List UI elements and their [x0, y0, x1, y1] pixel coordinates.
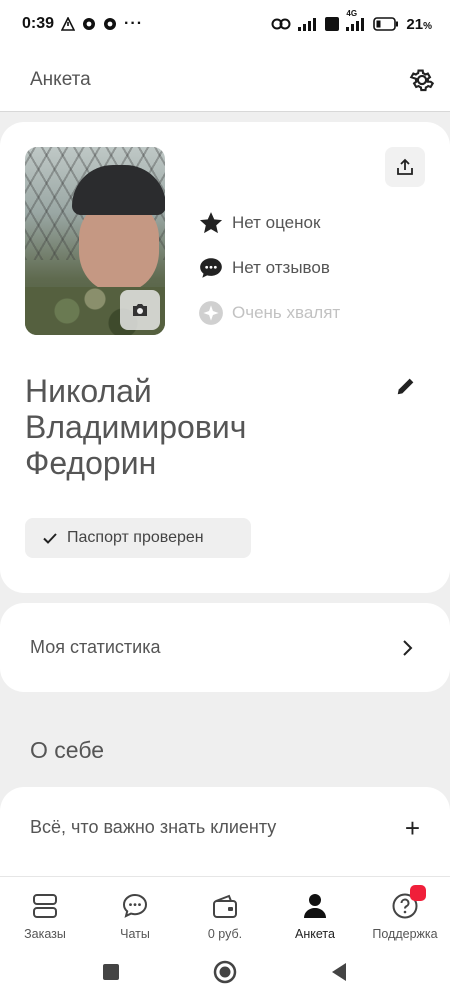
change-photo-button[interactable] — [120, 290, 160, 330]
name-first: Николай — [25, 373, 152, 409]
status-left: 0:39 ··· — [22, 15, 143, 33]
camera-icon — [133, 304, 147, 316]
back-button[interactable] — [324, 957, 354, 987]
nav-wallet[interactable]: 0 руб. — [180, 891, 270, 941]
status-right: 4G 21% — [271, 9, 432, 33]
network-label: 4G — [346, 9, 358, 18]
pencil-icon — [397, 378, 414, 395]
nav-orders[interactable]: Заказы — [0, 891, 90, 941]
reviews-text: Нет отзывов — [232, 258, 330, 277]
nav-profile[interactable]: Анкета — [270, 891, 360, 941]
signal-icon — [298, 17, 318, 31]
status-time: 0:39 — [22, 15, 55, 32]
battery-icon — [373, 17, 399, 31]
nav-orders-label: Заказы — [24, 927, 66, 941]
nav-chats[interactable]: Чаты — [90, 891, 180, 941]
chevron-right-icon — [403, 639, 413, 656]
square-icon — [103, 964, 119, 980]
reviews-row: Нет отзывов — [198, 254, 330, 282]
share-icon — [397, 158, 413, 175]
settings-button[interactable] — [406, 64, 438, 96]
chrome-icon-2 — [103, 17, 117, 31]
passport-text: Паспорт проверен — [67, 529, 204, 546]
status-bar: 0:39 ··· 4G 21% — [0, 0, 450, 48]
bottom-nav: Заказы Чаты 0 руб. Анкета Поддержка — [0, 876, 450, 944]
praise-row: Очень хвалят — [198, 299, 340, 327]
triangle-back-icon — [332, 963, 346, 981]
battery-value: 21 — [406, 15, 424, 33]
edit-name-button[interactable] — [393, 373, 419, 399]
comment-icon — [200, 258, 222, 278]
ratings-text: Нет оценок — [232, 213, 321, 232]
nav-chats-label: Чаты — [120, 927, 150, 941]
notification-badge — [410, 885, 426, 901]
signal-4g-icon: 4G — [346, 9, 366, 31]
star-icon — [199, 212, 223, 234]
check-icon — [43, 533, 57, 544]
my-statistics-row[interactable]: Моя статистика — [0, 603, 450, 692]
battery-level: 21% — [406, 16, 432, 33]
wallet-icon — [211, 891, 239, 921]
my-statistics-label: Моя статистика — [30, 637, 161, 657]
nav-profile-label: Анкета — [295, 927, 335, 941]
recent-apps-button[interactable] — [96, 957, 126, 987]
nav-support-label: Поддержка — [372, 927, 438, 941]
passport-verified-badge: Паспорт проверен — [25, 518, 251, 558]
link-icon — [271, 17, 291, 31]
orders-icon — [31, 891, 59, 921]
photo-face — [79, 202, 159, 292]
more-notifications-icon: ··· — [124, 15, 144, 32]
sparkle-icon — [199, 301, 223, 325]
share-button[interactable] — [385, 147, 425, 187]
app-header: Анкета — [0, 48, 450, 112]
about-client-info-row[interactable]: Всё, что важно знать клиенту + — [30, 815, 420, 841]
name-last: Федорин — [25, 445, 157, 481]
system-nav — [0, 944, 450, 1000]
circle-icon — [213, 960, 237, 984]
chrome-icon — [82, 17, 96, 31]
about-section-title: О себе — [30, 737, 105, 763]
nav-support[interactable]: Поддержка — [360, 885, 450, 941]
nav-wallet-label: 0 руб. — [207, 927, 243, 941]
name-middle: Владимирович — [25, 409, 247, 445]
profile-name: Николай Владимирович Федорин — [25, 373, 365, 487]
ratings-row: Нет оценок — [198, 209, 320, 237]
profile-card: Нет оценок Нет отзывов Очень хвалят Нико… — [0, 122, 450, 593]
gear-icon — [409, 69, 435, 91]
warning-icon — [61, 17, 76, 31]
page-title: Анкета — [30, 68, 91, 90]
battery-unit: % — [423, 20, 432, 32]
profile-icon — [301, 891, 329, 921]
volte-icon — [325, 17, 340, 31]
praise-text: Очень хвалят — [232, 303, 341, 322]
plus-icon[interactable]: + — [405, 815, 420, 841]
about-client-info-label: Всё, что важно знать клиенту — [30, 817, 277, 837]
chat-icon — [121, 891, 149, 921]
home-button[interactable] — [210, 957, 240, 987]
